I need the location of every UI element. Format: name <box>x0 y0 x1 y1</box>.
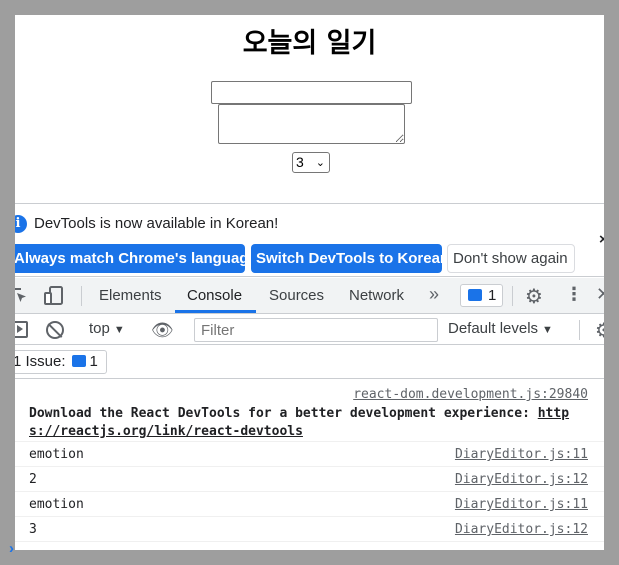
console-messages: react-dom.development.js:29840 Download … <box>15 380 604 550</box>
active-tab-indicator <box>175 310 256 313</box>
toolbar-divider <box>512 286 513 306</box>
chevron-down-icon: ⌄ <box>315 157 325 169</box>
close-devtools-icon[interactable]: ✕ <box>596 284 604 305</box>
clear-console-icon[interactable] <box>46 321 64 339</box>
toolbar-divider <box>81 286 82 306</box>
diary-app: 오늘의 일기 3 ⌄ <box>15 15 604 203</box>
devtools-panel: i DevTools is now available in Korean! ×… <box>15 203 604 550</box>
tab-console[interactable]: Console <box>187 278 242 314</box>
console-message-row: emotion DiaryEditor.js:11 <box>15 492 604 517</box>
live-expression-eye-icon[interactable]: 👁 <box>151 320 174 341</box>
device-toolbar-icon[interactable] <box>44 286 64 306</box>
devtools-tabbar: Elements Console Sources Network » 1 ⚙ ⋮… <box>15 278 604 314</box>
tab-network[interactable]: Network <box>349 278 404 314</box>
issues-counter-button[interactable]: 1 <box>460 284 503 307</box>
message-text: Download the React DevTools for a better… <box>29 406 538 421</box>
infobar-message: DevTools is now available in Korean! <box>34 215 279 232</box>
message-icon <box>468 289 482 301</box>
emotion-select-value: 3 <box>296 154 304 170</box>
log-levels-dropdown[interactable]: Default levels ▼ <box>448 320 553 337</box>
more-options-icon[interactable]: ⋮ <box>565 284 583 305</box>
infobar-close-icon[interactable]: × <box>599 231 604 248</box>
page-title: 오늘의 일기 <box>242 28 377 59</box>
console-settings-icon[interactable]: ⚙ <box>595 318 604 343</box>
context-selector[interactable]: top ▼ <box>89 320 125 337</box>
console-message-text: Download the React DevTools for a better… <box>29 405 591 441</box>
issues-bar: 1 Issue: 1 <box>15 346 604 379</box>
issues-count: 1 <box>89 353 98 370</box>
source-link[interactable]: DiaryEditor.js:12 <box>455 517 588 542</box>
always-match-language-button[interactable]: Always match Chrome's language <box>15 244 257 273</box>
tab-sources[interactable]: Sources <box>269 278 324 314</box>
console-message-row: 2 DiaryEditor.js:12 <box>15 467 604 492</box>
author-input[interactable] <box>211 81 412 104</box>
console-message-text: 3 <box>29 522 37 537</box>
filter-input[interactable] <box>194 318 438 342</box>
log-levels-value: Default levels <box>448 320 539 337</box>
source-link[interactable]: DiaryEditor.js:12 <box>455 467 588 492</box>
browser-viewport: 오늘의 일기 3 ⌄ i DevTools is now available i… <box>15 15 604 550</box>
dont-show-again-button[interactable]: Don't show again <box>447 244 575 273</box>
more-tabs-icon[interactable]: » <box>429 284 439 305</box>
show-sidebar-icon[interactable] <box>15 321 28 338</box>
language-infobar: i DevTools is now available in Korean! ×… <box>15 204 604 277</box>
console-message-row: 3 DiaryEditor.js:12 <box>15 517 604 542</box>
switch-to-korean-button[interactable]: Switch DevTools to Korean <box>251 244 449 273</box>
console-toolbar: top▼ 👁 Default levels▼ ⚙ <box>15 315 604 345</box>
emotion-select[interactable]: 3 ⌄ <box>292 152 330 173</box>
toolbar-divider <box>579 320 580 340</box>
chevron-down-icon: ▼ <box>542 324 553 336</box>
console-prompt-icon[interactable]: › <box>9 540 14 557</box>
console-message-text: emotion <box>29 497 84 512</box>
issues-link-button[interactable]: 1 Issue: 1 <box>15 350 107 374</box>
source-link[interactable]: DiaryEditor.js:11 <box>455 492 588 517</box>
content-textarea[interactable] <box>218 104 405 144</box>
message-icon <box>71 355 86 367</box>
inspect-element-icon[interactable] <box>15 286 28 304</box>
chevron-down-icon: ▼ <box>113 324 125 336</box>
console-message-text: 2 <box>29 472 37 487</box>
settings-gear-icon[interactable]: ⚙ <box>525 284 543 309</box>
console-message-row: react-dom.development.js:29840 Download … <box>15 380 604 442</box>
context-value: top <box>89 320 110 337</box>
source-link[interactable]: DiaryEditor.js:11 <box>455 442 588 467</box>
source-link[interactable]: react-dom.development.js:29840 <box>353 387 588 402</box>
issues-counter-value: 1 <box>488 287 497 304</box>
tab-elements[interactable]: Elements <box>99 278 162 314</box>
console-message-text: emotion <box>29 447 84 462</box>
console-message-row: emotion DiaryEditor.js:11 <box>15 442 604 467</box>
issues-label: 1 Issue: <box>15 353 66 370</box>
info-icon: i <box>15 215 27 233</box>
